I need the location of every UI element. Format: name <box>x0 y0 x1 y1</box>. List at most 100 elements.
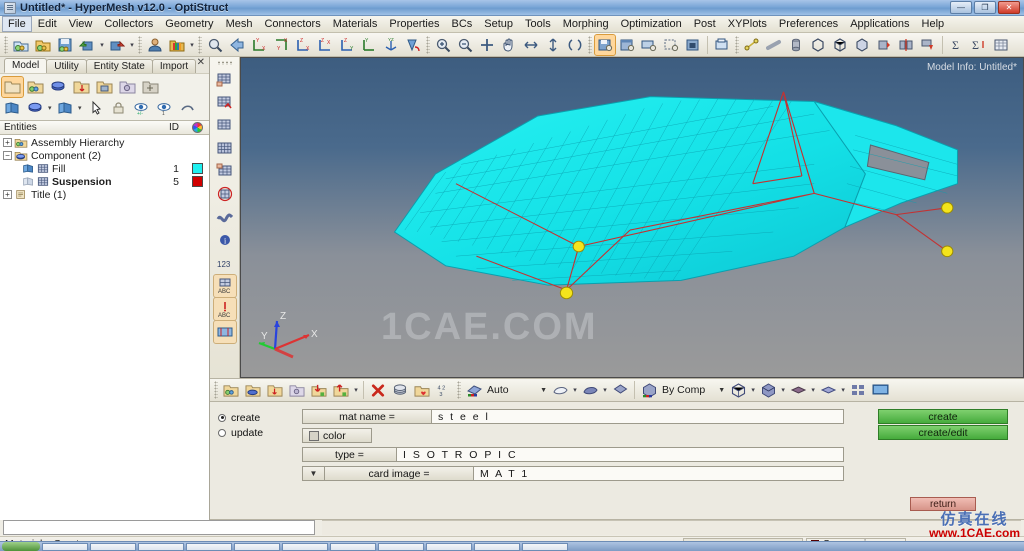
solid-shade-icon[interactable] <box>610 380 630 400</box>
view-zx-icon[interactable]: ZX <box>293 35 313 55</box>
tree-row-assembly-hierarchy[interactable]: + Assembly Hierarchy <box>0 136 209 149</box>
card-image-dropdown-caret[interactable]: ▼ <box>302 466 324 481</box>
expander-icon[interactable]: − <box>3 151 12 160</box>
menu-tools[interactable]: Tools <box>519 16 557 32</box>
component-icon[interactable] <box>48 77 69 97</box>
transparent-cube-icon[interactable] <box>852 35 872 55</box>
paneltb-grip-2[interactable] <box>457 381 461 399</box>
mat-name-input[interactable]: s t e e l <box>432 409 844 424</box>
import-icon[interactable] <box>77 35 97 55</box>
mesh-window-icon[interactable] <box>214 160 236 182</box>
color-button[interactable]: color <box>302 428 372 443</box>
view-yx-icon[interactable]: XY <box>271 35 291 55</box>
vtoolbar-grip[interactable] <box>216 61 233 65</box>
wireframe-icon[interactable] <box>728 380 748 400</box>
system-collector-icon[interactable] <box>94 77 115 97</box>
view-yz-icon[interactable]: Y <box>359 35 379 55</box>
capture-print-icon[interactable] <box>712 35 732 55</box>
menu-bcs[interactable]: BCs <box>446 16 479 32</box>
isolate-icon[interactable]: 1 <box>154 98 175 118</box>
solid-cylinder-icon[interactable] <box>786 35 806 55</box>
shaded-plate-caret-icon[interactable]: ▾ <box>839 380 847 400</box>
color-mode-dropdown[interactable]: By Comp ▼ <box>660 382 727 398</box>
component-mesh-caret-icon[interactable]: ▾ <box>78 104 85 112</box>
arrow-left-right-icon[interactable] <box>521 35 541 55</box>
delete-red-x-icon[interactable] <box>368 380 388 400</box>
color-wheel-icon[interactable] <box>185 122 209 133</box>
return-button[interactable]: return <box>910 497 976 511</box>
menu-post[interactable]: Post <box>688 16 722 32</box>
taskbar-item[interactable] <box>282 542 328 551</box>
restore-button[interactable]: ❐ <box>974 1 996 14</box>
tree-color[interactable] <box>185 163 209 174</box>
mesh-edit-icon[interactable] <box>214 68 236 90</box>
color-palette-icon[interactable] <box>167 35 187 55</box>
reverse-icon[interactable] <box>177 98 198 118</box>
tree-color[interactable] <box>185 176 209 187</box>
pan-hand-icon[interactable] <box>499 35 519 55</box>
surface-shade-caret-icon[interactable]: ▾ <box>601 380 609 400</box>
group-collector-icon[interactable] <box>140 77 161 97</box>
mesh-mode-icon[interactable] <box>464 380 484 400</box>
user-profile-icon[interactable] <box>145 35 165 55</box>
menu-preferences[interactable]: Preferences <box>773 16 844 32</box>
shaded-face-icon[interactable] <box>788 380 808 400</box>
node-edit-icon[interactable] <box>742 35 762 55</box>
taskbar-item[interactable] <box>378 542 424 551</box>
taskbar-item[interactable] <box>426 542 472 551</box>
menu-edit[interactable]: Edit <box>32 16 63 32</box>
component-icon[interactable] <box>243 380 263 400</box>
geometry-icon[interactable] <box>2 98 23 118</box>
palette-dropdown-caret[interactable]: ▾ <box>188 35 196 55</box>
zoom-out-icon[interactable] <box>455 35 475 55</box>
mesh-arrow-icon[interactable] <box>918 35 938 55</box>
mesh-red-icon[interactable] <box>874 35 894 55</box>
vector-collector-icon[interactable] <box>117 77 138 97</box>
taskbar-item[interactable] <box>186 542 232 551</box>
pointer-icon[interactable] <box>85 98 106 118</box>
radio-update[interactable]: update <box>218 425 263 440</box>
type-label[interactable]: type = <box>302 447 397 462</box>
system-icon[interactable] <box>287 380 307 400</box>
taskbar-item[interactable] <box>330 542 376 551</box>
tab-entity-state[interactable]: Entity State <box>85 59 153 73</box>
summation-sort-icon[interactable]: Σ <box>969 35 989 55</box>
mesh-grid-icon[interactable] <box>214 137 236 159</box>
zoom-window-icon[interactable] <box>205 35 225 55</box>
tile-windows-icon[interactable] <box>848 380 868 400</box>
assembly-icon[interactable] <box>25 77 46 97</box>
command-input[interactable] <box>3 520 315 535</box>
open-folder-icon[interactable] <box>33 35 53 55</box>
component-shade-caret-icon[interactable]: ▾ <box>48 104 55 112</box>
mesh-check-icon[interactable] <box>214 91 236 113</box>
taskbar-item[interactable] <box>234 542 280 551</box>
menu-setup[interactable]: Setup <box>478 16 519 32</box>
start-button[interactable] <box>2 542 40 551</box>
menu-help[interactable]: Help <box>916 16 951 32</box>
toolbar-grip-4[interactable] <box>426 35 430 54</box>
toolbar-grip[interactable] <box>4 35 8 54</box>
menu-geometry[interactable]: Geometry <box>159 16 219 32</box>
collector-icon[interactable] <box>221 380 241 400</box>
tree-row-suspension[interactable]: Suspension 5 <box>0 175 209 188</box>
curve-shade-icon[interactable] <box>550 380 570 400</box>
capture-window-icon[interactable] <box>617 35 637 55</box>
tree-row-component[interactable]: − Component (2) <box>0 149 209 162</box>
monitor-icon[interactable] <box>870 380 890 400</box>
shaded-cube-icon[interactable] <box>758 380 778 400</box>
component-shade-icon[interactable] <box>25 98 46 118</box>
rotate-icon[interactable] <box>565 35 585 55</box>
fit-view-icon[interactable] <box>477 35 497 55</box>
abc-label-icon[interactable]: ABC <box>212 274 237 298</box>
create-edit-button[interactable]: create/edit <box>878 425 1008 440</box>
save-model-icon[interactable] <box>55 35 75 55</box>
toolbar-grip-2[interactable] <box>138 35 142 54</box>
tab-import[interactable]: Import <box>151 59 197 73</box>
toolbar-grip-3[interactable] <box>198 35 202 54</box>
import-down-icon[interactable] <box>309 380 329 400</box>
view-zy-icon[interactable]: ZY <box>337 35 357 55</box>
paneltb-grip[interactable] <box>214 381 218 399</box>
wireframe-caret-icon[interactable]: ▾ <box>749 380 757 400</box>
export-up-icon[interactable] <box>331 380 351 400</box>
mesh-ribbon-icon[interactable] <box>214 206 236 228</box>
